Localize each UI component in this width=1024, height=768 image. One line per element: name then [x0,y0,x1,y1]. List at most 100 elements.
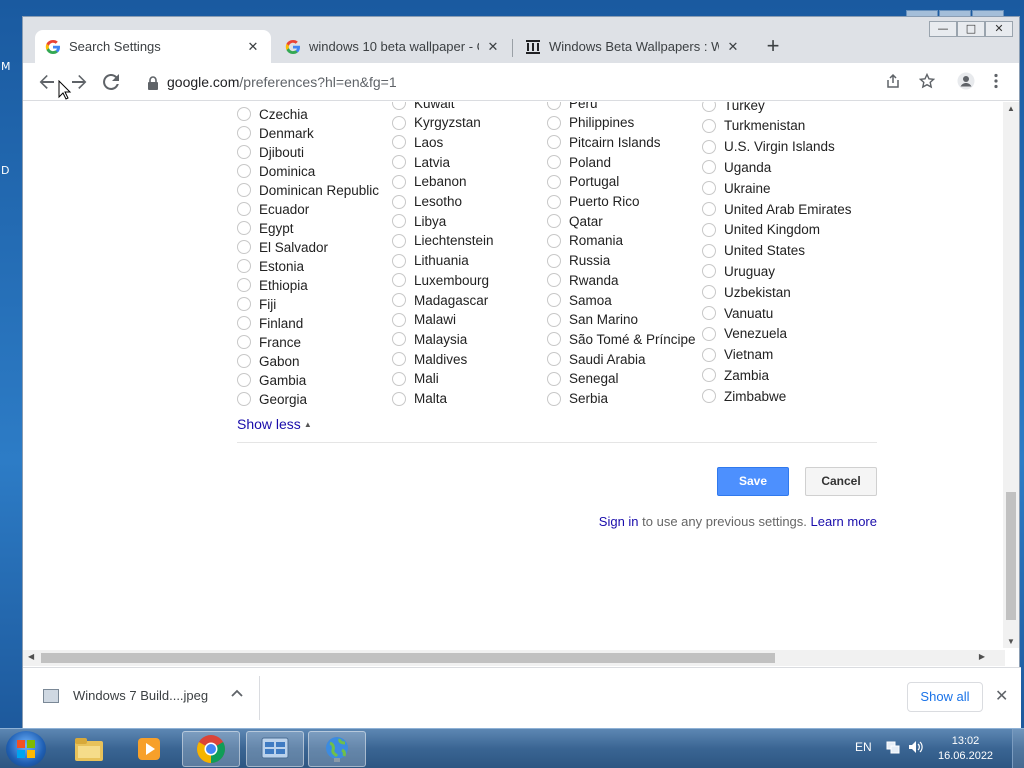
close-shelf-icon[interactable]: ✕ [995,686,1008,706]
region-option[interactable]: Lebanon [392,172,467,192]
region-option[interactable]: Uzbekistan [702,282,791,302]
radio-button[interactable] [547,233,561,248]
region-option[interactable]: Turkey [702,102,765,115]
radio-button[interactable] [392,135,406,150]
region-option[interactable]: Saudi Arabia [547,349,646,369]
radio-button[interactable] [547,371,561,386]
region-option[interactable]: Maldives [392,349,467,369]
radio-button[interactable] [702,160,716,175]
radio-button[interactable] [237,259,251,273]
radio-button[interactable] [237,107,251,121]
vertical-scrollbar[interactable]: ▲ ▼ [1003,102,1019,648]
region-option[interactable]: Philippines [547,113,634,133]
scroll-right-icon[interactable]: ▶ [979,652,985,661]
sign-in-link[interactable]: Sign in [599,514,639,529]
radio-button[interactable] [237,240,251,254]
region-option[interactable]: Poland [547,152,611,172]
radio-button[interactable] [237,373,251,387]
radio-button[interactable] [702,139,716,154]
region-option[interactable]: Kuwait [392,102,455,113]
region-option[interactable]: Kyrgyzstan [392,113,481,133]
region-option[interactable]: Rwanda [547,270,619,290]
show-all-button[interactable]: Show all [907,682,983,712]
region-option[interactable]: Uruguay [702,261,775,281]
volume-tray-icon[interactable] [908,740,923,754]
radio-button[interactable] [392,312,406,327]
radio-button[interactable] [702,285,716,300]
radio-button[interactable] [237,354,251,368]
region-option[interactable]: Qatar [547,211,603,231]
radio-button[interactable] [237,183,251,197]
profile-avatar-icon[interactable] [957,72,975,90]
region-option[interactable]: Zambia [702,365,769,385]
region-option[interactable]: Luxembourg [392,270,489,290]
radio-button[interactable] [702,306,716,320]
share-icon[interactable] [885,73,901,89]
close-tab-icon[interactable]: ✕ [245,39,261,55]
radio-button[interactable] [702,181,716,196]
region-option[interactable]: U.S. Virgin Islands [702,137,835,157]
radio-button[interactable] [547,194,561,209]
language-indicator[interactable]: EN [855,740,872,754]
network-tray-icon[interactable] [886,740,900,754]
radio-button[interactable] [547,174,561,189]
tab-windows-10-beta-wallpaper[interactable]: windows 10 beta wallpaper - Goo ✕ [275,30,511,63]
region-option[interactable]: Turkmenistan [702,116,805,136]
radio-button[interactable] [392,352,406,367]
tray-clock[interactable]: 13:02 16.06.2022 [938,734,993,764]
region-option[interactable]: Finland [237,313,303,333]
region-option[interactable]: Liechtenstein [392,231,494,251]
radio-button[interactable] [392,233,406,248]
taskbar-chrome[interactable] [182,731,240,767]
horizontal-scroll-thumb[interactable] [41,653,775,663]
radio-button[interactable] [547,332,561,347]
radio-button[interactable] [237,202,251,216]
region-option[interactable]: Vietnam [702,345,773,365]
region-option[interactable]: São Tomé & Príncipe [547,329,696,349]
scroll-up-icon[interactable]: ▲ [1007,104,1015,113]
region-option[interactable]: France [237,332,301,352]
show-less-link[interactable]: Show less ▲ [237,416,312,432]
taskbar-network[interactable] [308,731,366,767]
close-window-button[interactable]: ✕ [985,21,1013,37]
region-option[interactable]: United States [702,241,805,261]
radio-button[interactable] [702,347,716,362]
region-option[interactable]: Uganda [702,157,771,177]
radio-button[interactable] [237,164,251,178]
region-option[interactable]: Samoa [547,290,612,310]
region-option[interactable]: United Arab Emirates [702,199,852,219]
radio-button[interactable] [392,391,406,406]
region-option[interactable]: Senegal [547,369,619,389]
region-option[interactable]: Madagascar [392,290,488,310]
radio-button[interactable] [702,118,716,133]
learn-more-link[interactable]: Learn more [811,514,877,529]
radio-button[interactable] [702,202,716,216]
maximize-button[interactable]: □ [957,21,985,37]
region-option[interactable]: Gabon [237,351,300,371]
radio-button[interactable] [392,194,406,209]
region-option[interactable]: Denmark [237,123,314,143]
region-option[interactable]: Dominican Republic [237,180,379,200]
region-option[interactable]: Djibouti [237,142,304,162]
scroll-left-icon[interactable]: ◀ [28,652,34,661]
region-option[interactable]: Mali [392,369,439,389]
region-option[interactable]: United Kingdom [702,220,820,240]
region-option[interactable]: Fiji [237,294,276,314]
region-option[interactable]: Pitcairn Islands [547,132,661,152]
radio-button[interactable] [392,115,406,130]
radio-button[interactable] [547,115,561,130]
region-option[interactable]: Estonia [237,256,304,276]
region-option[interactable]: Romania [547,231,623,251]
region-option[interactable]: Vanuatu [702,303,773,323]
radio-button[interactable] [237,316,251,330]
scroll-down-icon[interactable]: ▼ [1007,637,1015,646]
region-option[interactable]: Zimbabwe [702,386,786,406]
reload-button[interactable] [97,68,125,96]
region-option[interactable]: Ecuador [237,199,309,219]
radio-button[interactable] [702,102,716,112]
taskbar-media-player[interactable] [120,731,178,767]
region-option[interactable]: Gambia [237,370,306,390]
region-option[interactable]: Russia [547,251,610,271]
close-tab-icon[interactable]: ✕ [485,39,501,55]
radio-button[interactable] [237,221,251,235]
